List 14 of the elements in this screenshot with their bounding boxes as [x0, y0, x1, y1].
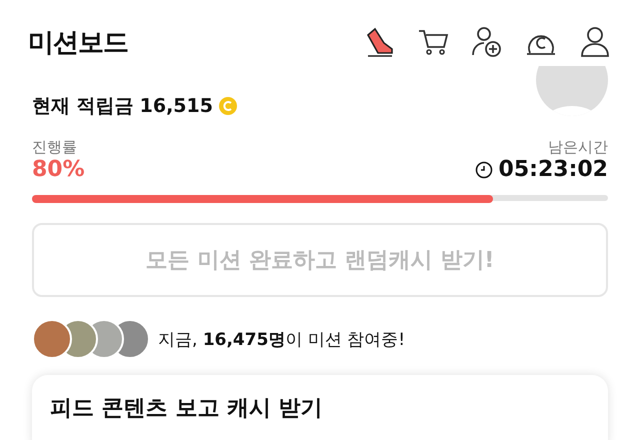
remaining-time: 05:23:02 [498, 157, 608, 182]
clock-icon [474, 160, 493, 178]
progress-label: 진행률 [32, 138, 78, 157]
progress-percent: 80% [32, 157, 85, 182]
balance-amount: 16,515 [140, 95, 213, 117]
remaining-time-label: 남은시간 [547, 138, 608, 157]
coin-icon [218, 97, 237, 115]
page-title: 미션보드 [28, 26, 129, 60]
feed-card[interactable]: 피드 콘텐츠 보고 캐시 받기 [32, 375, 608, 440]
participants-text: 지금, 16,475명이 미션 참여중! [158, 328, 406, 350]
balance-label: 현재 적립금 [32, 94, 134, 119]
add-user-icon[interactable] [470, 25, 504, 59]
card-title: 피드 콘텐츠 보고 캐시 받기 [50, 395, 324, 423]
user-icon[interactable] [578, 25, 612, 59]
